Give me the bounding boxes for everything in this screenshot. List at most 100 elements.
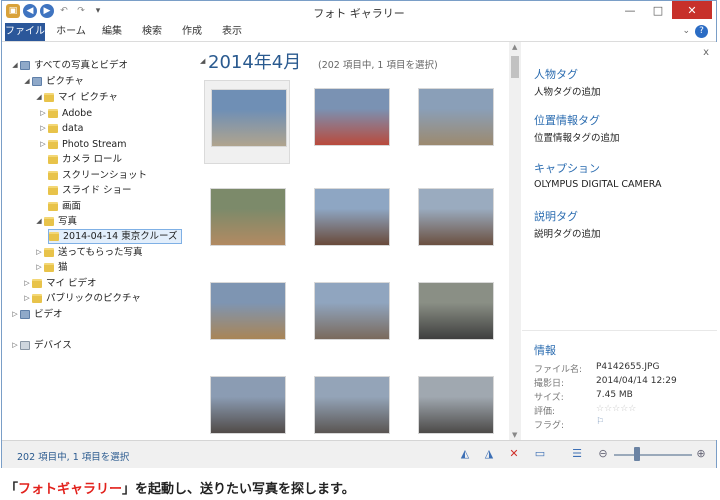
folder-icon [32, 294, 42, 303]
info-heading: 情報 [534, 344, 556, 357]
collapsed-arrow-icon[interactable]: ▷ [34, 245, 44, 260]
help-icon[interactable]: ? [695, 25, 708, 38]
folder-icon [32, 279, 42, 288]
collapsed-arrow-icon[interactable]: ▷ [34, 260, 44, 275]
tab-file[interactable]: ファイル [5, 23, 45, 41]
photo-image [314, 376, 390, 434]
nav-item-label: 2014-04-14 東京クルーズ [63, 231, 178, 242]
zoom-slider-thumb[interactable] [634, 447, 641, 461]
photo-image [418, 282, 494, 340]
collapsed-arrow-icon[interactable]: ▷ [38, 121, 48, 136]
ribbon-expand-icon[interactable]: ⌄ [682, 26, 690, 36]
close-details-icon[interactable]: x [703, 47, 709, 58]
zoom-out-icon[interactable]: ⊖ [596, 447, 610, 461]
folder-icon [48, 124, 58, 133]
tab-create[interactable]: 作成 [174, 23, 210, 41]
collapsed-arrow-icon[interactable]: ▷ [10, 338, 20, 353]
details-view-icon[interactable]: ☰ [570, 447, 584, 461]
flag-icon[interactable]: ⚐ [596, 417, 604, 427]
photo-thumbnail[interactable] [308, 180, 394, 264]
collapse-group-icon[interactable]: ◢ [200, 57, 205, 65]
folder-icon [44, 263, 54, 272]
close-icon[interactable]: ✕ [672, 1, 712, 19]
nav-item[interactable]: ◢ マイ ピクチャ [34, 90, 118, 105]
scroll-down-icon[interactable]: ▼ [512, 431, 517, 439]
photo-thumbnail[interactable] [308, 274, 394, 358]
photo-thumbnail[interactable] [412, 180, 498, 264]
caption-app-name: フォトギャラリー [18, 482, 123, 497]
add-people-tag-link[interactable]: 人物タグの追加 [534, 84, 601, 98]
maximize-icon[interactable]: □ [644, 1, 672, 19]
expanded-arrow-icon[interactable]: ◢ [34, 214, 44, 229]
scroll-up-icon[interactable]: ▲ [512, 43, 517, 51]
window-title: フォト ギャラリー [313, 7, 405, 20]
photo-image [314, 282, 390, 340]
expanded-arrow-icon[interactable]: ◢ [22, 74, 32, 89]
size-label: サイズ: [534, 393, 564, 403]
caption-value[interactable]: OLYMPUS DIGITAL CAMERA [534, 179, 661, 190]
photo-thumbnail[interactable] [412, 80, 498, 164]
add-description-tag-link[interactable]: 説明タグの追加 [534, 226, 601, 240]
nav-item[interactable]: ▷ デバイス [10, 338, 71, 353]
gallery-content: ◢ 2014年4月 (202 項目中, 1 項目を選択) [198, 42, 508, 440]
nav-item[interactable]: ▷ data [38, 121, 83, 136]
nav-item[interactable]: ◢ 写真 [34, 214, 77, 229]
filename-label: ファイル名: [534, 365, 583, 375]
collapsed-arrow-icon[interactable]: ▷ [10, 307, 20, 322]
expanded-arrow-icon[interactable]: ◢ [10, 58, 20, 73]
rotate-left-icon[interactable]: ◭ [458, 447, 472, 461]
photo-image [210, 376, 286, 434]
zoom-in-icon[interactable]: ⊕ [694, 447, 708, 461]
slideshow-icon[interactable]: ▭ [533, 447, 547, 461]
nav-item[interactable]: ▷ Adobe [38, 106, 92, 121]
filename-value: P4142655.JPG [596, 362, 660, 372]
rotate-right-icon[interactable]: ◮ [482, 447, 496, 461]
date-taken-value: 2014/04/14 12:29 [596, 376, 677, 386]
tab-view[interactable]: 表示 [214, 23, 250, 41]
date-taken-label: 撮影日: [534, 379, 565, 389]
nav-item[interactable]: ▷ Photo Stream [38, 137, 127, 152]
nav-item-label: すべての写真とビデオ [34, 60, 128, 71]
month-heading[interactable]: 2014年4月 [208, 48, 301, 74]
collapsed-arrow-icon[interactable]: ▷ [22, 276, 32, 291]
nav-item[interactable]: 画面 [48, 199, 81, 214]
delete-icon[interactable]: ✕ [507, 447, 521, 461]
nav-item[interactable]: ▷ 送ってもらった写真 [34, 245, 142, 260]
nav-item[interactable]: ◢ ピクチャ [22, 74, 84, 89]
scroll-thumb[interactable] [511, 56, 519, 78]
library-icon [20, 310, 30, 319]
photo-thumbnail[interactable] [204, 80, 290, 164]
nav-item[interactable]: ▷ パブリックのピクチャ [22, 291, 141, 306]
nav-item[interactable]: ◢ すべての写真とビデオ [10, 58, 128, 73]
zoom-slider-track[interactable] [614, 454, 692, 456]
photo-image [418, 376, 494, 434]
photo-thumbnail[interactable] [412, 274, 498, 358]
gallery-scrollbar[interactable]: ▲ ▼ [509, 42, 521, 440]
photo-thumbnail[interactable] [308, 80, 394, 164]
nav-item[interactable]: 2014-04-14 東京クルーズ [48, 229, 183, 244]
size-value: 7.45 MB [596, 390, 633, 400]
tab-search[interactable]: 検索 [134, 23, 170, 41]
nav-item[interactable]: ▷ マイ ビデオ [22, 276, 96, 291]
nav-item[interactable]: スクリーンショット [48, 168, 147, 183]
tab-home[interactable]: ホーム [52, 23, 90, 41]
description-tag-heading: 説明タグ [534, 210, 578, 223]
expanded-arrow-icon[interactable]: ◢ [34, 90, 44, 105]
rating-label: 評価: [534, 407, 556, 417]
photo-thumbnail[interactable] [204, 274, 290, 358]
tab-edit[interactable]: 編集 [94, 23, 130, 41]
nav-item[interactable]: ▷ 猫 [34, 260, 67, 275]
nav-item[interactable]: スライド ショー [48, 183, 132, 198]
collapsed-arrow-icon[interactable]: ▷ [38, 137, 48, 152]
photo-thumbnail[interactable] [204, 180, 290, 264]
minimize-icon[interactable]: — [616, 1, 644, 19]
collapsed-arrow-icon[interactable]: ▷ [38, 106, 48, 121]
nav-item[interactable]: カメラ ロール [48, 152, 122, 167]
nav-item-label: Photo Stream [62, 139, 127, 150]
collapsed-arrow-icon[interactable]: ▷ [22, 291, 32, 306]
nav-item[interactable]: ▷ ビデオ [10, 307, 62, 322]
nav-item-label: 写真 [58, 216, 78, 227]
rating-stars-icon[interactable]: ☆☆☆☆☆ [596, 404, 636, 414]
add-location-tag-link[interactable]: 位置情報タグの追加 [534, 130, 620, 144]
folder-icon [44, 93, 54, 102]
